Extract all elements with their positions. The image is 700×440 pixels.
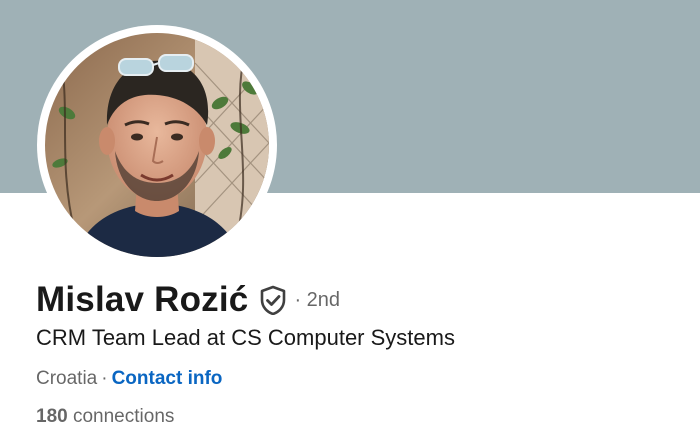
- name-row: Mislav Rozić · 2nd: [36, 280, 340, 320]
- connections-label: connections: [67, 406, 175, 427]
- connection-degree: · 2nd: [294, 288, 341, 311]
- profile-location: Croatia: [36, 368, 98, 389]
- connections-row[interactable]: 180 connections: [36, 406, 174, 428]
- profile-card: Mislav Rozić · 2nd CRM Team Lead at CS C…: [0, 0, 700, 440]
- contact-info-link[interactable]: Contact info: [112, 368, 223, 389]
- profile-headline: CRM Team Lead at CS Computer Systems: [36, 325, 455, 350]
- shield-check-icon[interactable]: [258, 285, 288, 316]
- profile-photo: [45, 33, 269, 257]
- connections-count: 180: [36, 406, 68, 427]
- avatar[interactable]: [45, 33, 269, 257]
- location-row: Croatia · Contact info: [36, 368, 222, 390]
- profile-name: Mislav Rozić: [36, 280, 249, 319]
- separator: ·: [101, 368, 108, 389]
